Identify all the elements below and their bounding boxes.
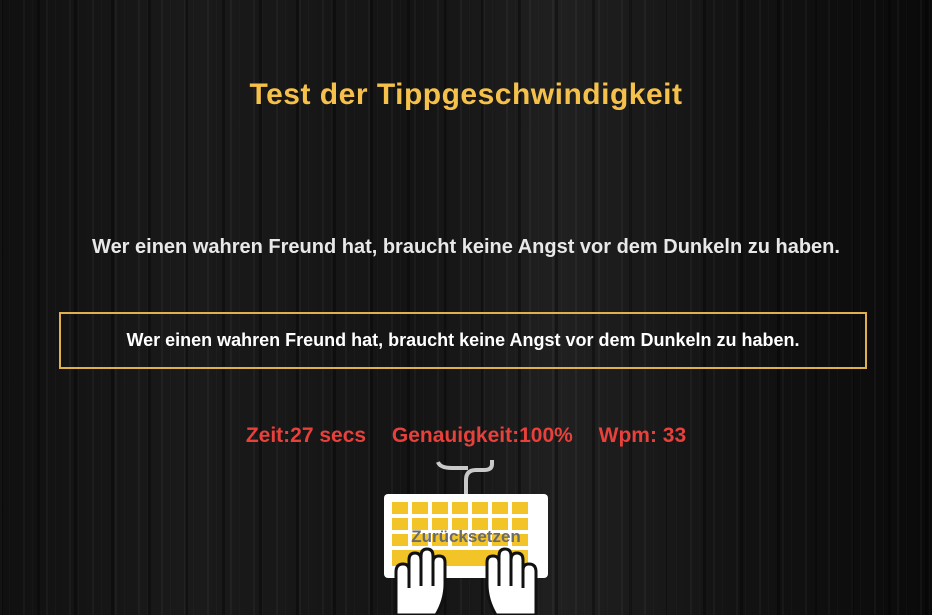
reset-button-label: Zurücksetzen: [411, 527, 521, 546]
reset-button[interactable]: Zurücksetzen: [376, 460, 556, 615]
page-title: Test der Tippgeschwindigkeit: [249, 78, 683, 111]
quote-text: Wer einen wahren Freund hat, braucht kei…: [92, 236, 840, 258]
wpm-stat: Wpm: 33: [598, 424, 687, 447]
accuracy-stat: Genauigkeit:100%: [391, 424, 573, 447]
time-stat: Zeit:27 secs: [245, 424, 367, 447]
stats-bar: Zeit:27 secs Genauigkeit:100% Wpm: 33: [0, 424, 932, 448]
typing-input[interactable]: [59, 312, 867, 369]
